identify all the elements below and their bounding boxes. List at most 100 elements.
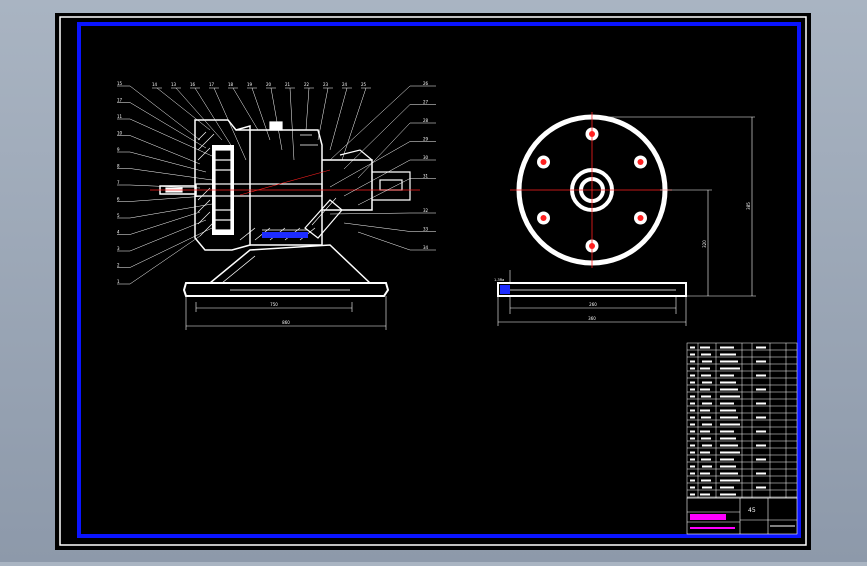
cad-drawing: 1517111098765432114 13 16 17 18 19 20 21 22 23 24 2… [55,13,811,550]
parts-cell-mark [756,374,766,377]
base-roughness-label: 1-3Ra [494,278,504,282]
parts-cell-mark [700,472,710,475]
callout-right-33: 33 [423,227,429,232]
dim-base-inner: 260 [589,302,597,307]
parts-cell-mark [690,360,695,363]
parts-cell-mark [756,444,766,447]
bolt-hole-center [540,215,547,221]
dim-base-outer: 360 [588,316,596,321]
callout-top-25: 25 [361,82,367,87]
dim-height-outer: 385 [746,202,751,210]
parts-cell-mark [690,395,695,398]
bolt-hole-center [540,159,547,165]
parts-cell-mark [690,479,695,482]
parts-cell-mark [690,409,695,412]
parts-cell-mark [720,444,738,447]
callout-right-32: 32 [423,208,429,213]
parts-cell-mark [702,465,712,468]
dim-inner-label: 750 [270,302,278,307]
callout-right-29: 29 [423,137,429,142]
parts-cell-mark [690,367,695,370]
callout-right-31: 31 [423,174,429,179]
parts-cell-mark [702,360,712,363]
parts-cell-mark [690,353,695,356]
parts-cell-mark [700,346,710,349]
drawing-number: 45 [748,507,756,514]
callout-top-16: 16 [190,82,196,87]
callout-left-15: 15 [117,81,123,86]
parts-cell-mark [690,381,695,384]
parts-cell-mark [701,479,711,482]
parts-cell-mark [690,458,695,461]
parts-cell-mark [690,423,695,426]
parts-cell-mark [701,416,711,419]
callout-top-24: 24 [342,82,348,87]
parts-cell-mark [701,353,711,356]
parts-cell-mark [701,437,711,440]
callout-right-30: 30 [423,155,429,160]
parts-cell-mark [690,472,695,475]
parts-cell-mark [702,423,712,426]
parts-cell-mark [720,486,734,489]
parts-cell-mark [701,374,711,377]
dim-height-inner: 320 [702,240,707,248]
callout-left-10: 10 [117,131,123,136]
parts-cell-mark [690,444,695,447]
callout-right-26: 26 [423,81,429,86]
parts-cell-mark [720,402,734,405]
parts-cell-mark [756,486,766,489]
parts-cell-mark [700,493,710,496]
callout-top-13: 13 [171,82,177,87]
callout-right-34: 34 [423,245,429,250]
parts-cell-mark [690,416,695,419]
parts-cell-mark [700,430,710,433]
parts-cell-mark [700,388,710,391]
parts-cell-mark [756,402,766,405]
parts-cell-mark [690,486,695,489]
parts-cell-mark [690,346,695,349]
parts-cell-mark [720,367,740,370]
parts-cell-mark [720,493,736,496]
callout-left-11: 11 [117,114,123,119]
callout-right-27: 27 [423,100,429,105]
parts-cell-mark [756,346,766,349]
parts-cell-mark [720,479,740,482]
parts-cell-mark [720,381,736,384]
parts-cell-mark [720,374,734,377]
parts-cell-mark [756,416,766,419]
parts-cell-mark [702,444,712,447]
parts-cell-mark [700,367,710,370]
callout-top-17: 17 [209,82,215,87]
parts-cell-mark [720,353,736,356]
parts-cell-mark [720,388,738,391]
parts-cell-mark [720,346,734,349]
parts-cell-mark [701,395,711,398]
drawing-sheet [55,13,811,550]
parts-cell-mark [756,360,766,363]
parts-cell-mark [702,486,712,489]
parts-cell-mark [702,402,712,405]
parts-cell-mark [690,493,695,496]
callout-top-21: 21 [285,82,291,87]
parts-cell-mark [700,409,710,412]
parts-cell-mark [700,451,710,454]
parts-cell-mark [720,472,738,475]
top-boss [269,121,283,131]
parts-cell-mark [756,458,766,461]
cad-viewport[interactable]: 15 17 11 10 9 8 7 6 5 4 3 2 1 14 13 16 17 18 19 20 21 22 23 24 2… [0,0,867,562]
parts-cell-mark [690,451,695,454]
parts-cell-mark [720,360,738,363]
callout-top-18: 18 [228,82,234,87]
parts-cell-mark [756,472,766,475]
parts-cell-mark [756,388,766,391]
parts-cell-mark [720,416,738,419]
parts-cell-mark [690,402,695,405]
parts-cell-mark [690,437,695,440]
callout-top-20: 20 [266,82,272,87]
parts-cell-mark [690,430,695,433]
callout-right-28: 28 [423,118,429,123]
parts-cell-mark [690,388,695,391]
parts-cell-mark [720,423,740,426]
parts-cell-mark [690,465,695,468]
oil-level [262,232,308,238]
